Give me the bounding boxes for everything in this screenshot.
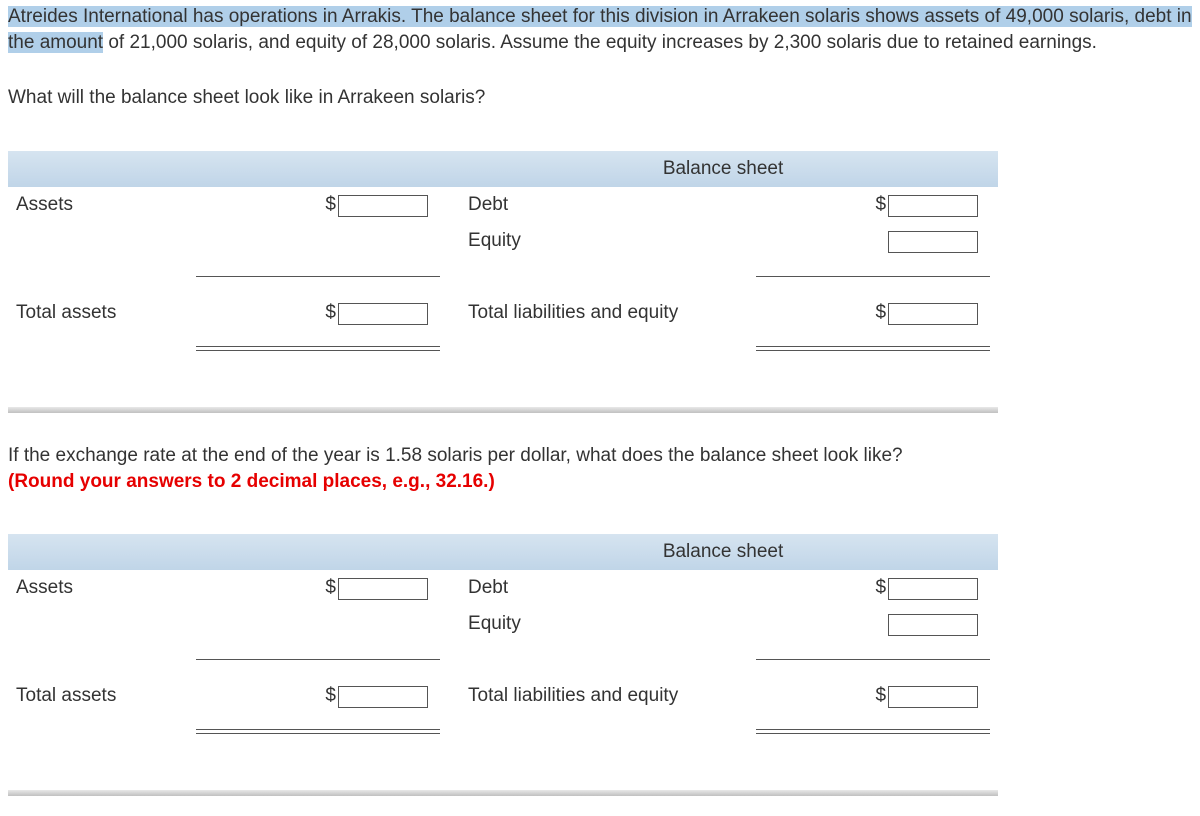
question-2-prompt: If the exchange rate at the end of the y… [8, 443, 1192, 494]
intro-rest: of 21,000 solaris, and equity of 28,000 … [103, 32, 1097, 53]
debt-input[interactable] [888, 195, 978, 217]
assets-label: Assets [8, 570, 188, 606]
equity-input-2[interactable] [888, 614, 978, 636]
equity-input[interactable] [888, 231, 978, 253]
currency-symbol: $ [748, 187, 888, 223]
section-divider [8, 790, 998, 796]
equity-label: Equity [448, 223, 748, 259]
debt-label: Debt [448, 187, 748, 223]
total-liab-eq-input[interactable] [888, 303, 978, 325]
total-assets-input[interactable] [338, 303, 428, 325]
equity-label: Equity [448, 606, 748, 642]
question-1-prompt: What will the balance sheet look like in… [8, 85, 1192, 111]
assets-label: Assets [8, 187, 188, 223]
balance-sheet-header: Balance sheet [448, 534, 998, 570]
total-assets-label: Total assets [8, 295, 188, 331]
balance-sheet-header: Balance sheet [448, 151, 998, 187]
debt-label: Debt [448, 570, 748, 606]
currency-symbol: $ [188, 295, 338, 331]
total-assets-label: Total assets [8, 678, 188, 714]
balance-sheet-1: Balance sheet Assets $ Debt $ Equity Tot… [8, 151, 998, 367]
total-liab-eq-label: Total liabilities and equity [448, 678, 748, 714]
total-assets-input-2[interactable] [338, 686, 428, 708]
assets-input-2[interactable] [338, 578, 428, 600]
total-liab-eq-label: Total liabilities and equity [448, 295, 748, 331]
intro-paragraph: Atreides International has operations in… [8, 4, 1192, 55]
assets-input[interactable] [338, 195, 428, 217]
currency-symbol: $ [748, 570, 888, 606]
currency-symbol: $ [188, 678, 338, 714]
currency-symbol: $ [748, 678, 888, 714]
debt-input-2[interactable] [888, 578, 978, 600]
currency-symbol: $ [188, 187, 338, 223]
rounding-instruction: (Round your answers to 2 decimal places,… [8, 471, 495, 492]
section-divider [8, 407, 998, 413]
balance-sheet-2: Balance sheet Assets $ Debt $ Equity Tot… [8, 534, 998, 750]
total-liab-eq-input-2[interactable] [888, 686, 978, 708]
currency-symbol: $ [188, 570, 338, 606]
currency-symbol: $ [748, 295, 888, 331]
